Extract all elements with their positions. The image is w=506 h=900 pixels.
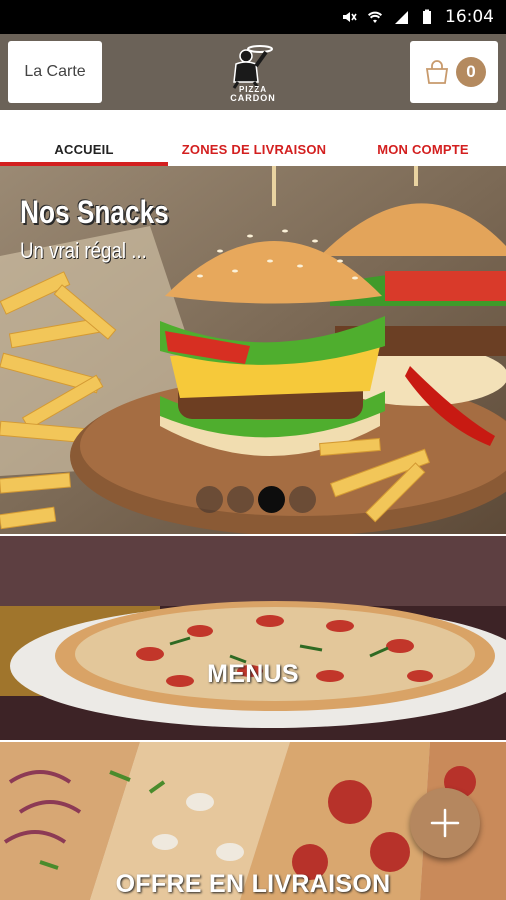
pizza-menus-image: [0, 536, 506, 740]
slide-subtitle: Un vrai régal ...: [20, 238, 147, 263]
slider-dot[interactable]: [196, 486, 223, 513]
wifi-icon: [368, 11, 382, 23]
add-fab-button[interactable]: [410, 788, 480, 858]
pizza-cardon-logo: PIZZA CARDON: [230, 45, 276, 103]
app-header: La Carte PIZZA CARDON 0: [0, 34, 506, 110]
signal-icon: [395, 11, 408, 24]
slider-dot-active[interactable]: [258, 486, 285, 513]
slider-pagination: [196, 486, 316, 513]
cart-button[interactable]: 0: [410, 41, 498, 103]
cart-count-badge: 0: [456, 57, 486, 87]
slider-dot[interactable]: [289, 486, 316, 513]
menus-label: MENUS: [207, 660, 299, 688]
promo-slider[interactable]: Nos Snacks Un vrai régal ...: [0, 166, 506, 534]
tab-zones-de-livraison[interactable]: ZONES DE LIVRAISON: [168, 142, 340, 157]
slide-title: Nos Snacks: [20, 194, 169, 230]
la-carte-button[interactable]: La Carte: [8, 41, 102, 103]
status-bar: 16:04: [0, 0, 506, 34]
slider-dot[interactable]: [227, 486, 254, 513]
menus-banner[interactable]: MENUS: [0, 536, 506, 740]
tab-mon-compte[interactable]: MON COMPTE: [340, 142, 506, 157]
tab-accueil[interactable]: ACCUEIL: [0, 142, 168, 157]
offre-en-livraison-label: OFFRE EN LIVRAISON: [115, 870, 391, 898]
tab-bar: ACCUEIL ZONES DE LIVRAISON MON COMPTE: [0, 110, 506, 166]
plus-icon: [430, 808, 460, 838]
svg-text:CARDON: CARDON: [230, 93, 276, 103]
shopping-bag-icon: [425, 60, 449, 84]
clock: 16:04: [445, 7, 494, 27]
mute-icon: [343, 12, 357, 22]
battery-icon: [423, 9, 431, 24]
